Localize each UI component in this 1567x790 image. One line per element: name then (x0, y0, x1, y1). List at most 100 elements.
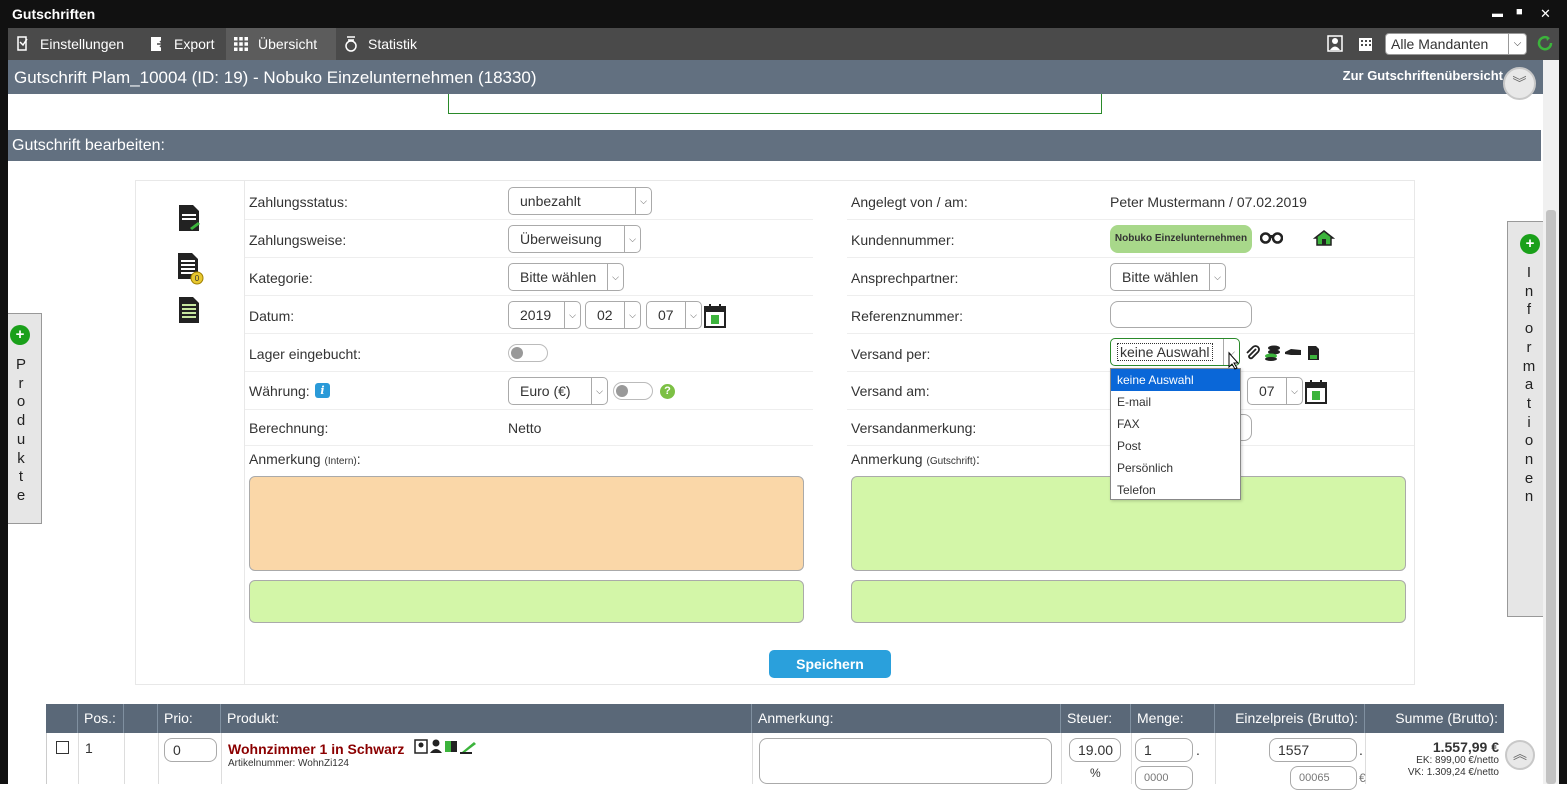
dropdown-option[interactable]: Persönlich (1111, 457, 1240, 479)
col-drag (124, 704, 158, 733)
angelegt-value: Peter Mustermann / 07.02.2019 (1110, 194, 1307, 210)
collapse-button[interactable]: ︾ (1503, 67, 1536, 100)
waehrung-toggle[interactable] (613, 382, 653, 400)
refresh-icon[interactable] (1537, 35, 1554, 52)
row-zahlungsweise: Zahlungsweise: Überweisung ⌵ (245, 220, 813, 258)
coins-icon[interactable] (1265, 345, 1281, 361)
row-waehrung: Währung: i Euro (€) ⌵ ? (245, 372, 813, 410)
zahlungsstatus-select[interactable]: unbezahlt ⌵ (508, 187, 652, 215)
datum-day-select[interactable]: 07 ⌵ (646, 301, 702, 329)
vk-value: VK: 1.309,24 €/netto (1407, 767, 1499, 778)
maximize-button[interactable]: ■ (1516, 6, 1523, 18)
row-kundennummer: Kundennummer: Nobuko Einzelunternehmen (847, 220, 1414, 258)
datum-day-value: 07 (658, 307, 674, 323)
steuer-input[interactable]: 19.00 (1069, 738, 1121, 762)
menu-einstellungen[interactable]: Einstellungen (8, 28, 138, 60)
menu-uebersicht[interactable]: Übersicht (226, 28, 336, 60)
prio-input[interactable]: 0 (164, 738, 217, 762)
dropdown-option[interactable]: Telefon (1111, 479, 1240, 501)
informationen-tab-label: Informationen (1522, 264, 1536, 506)
kunde-badge[interactable]: Nobuko Einzelunternehmen (1110, 225, 1252, 253)
lager-toggle[interactable] (508, 344, 548, 362)
anmerkung-label-sub: (Gutschrift) (926, 456, 976, 467)
calendar-icon[interactable] (1305, 380, 1327, 404)
minimize-button[interactable]: ▬ (1492, 8, 1503, 20)
calendar-icon[interactable] (704, 304, 726, 328)
document-icon[interactable] (1307, 345, 1320, 361)
settings-icon (17, 36, 28, 51)
kategorie-select[interactable]: Bitte wählen ⌵ (508, 263, 624, 291)
berechnung-value: Netto (508, 420, 542, 436)
col-pos: Pos.: (78, 704, 124, 733)
building-icon[interactable] (1357, 35, 1374, 52)
document-list-icon[interactable] (178, 296, 200, 324)
datum-year-select[interactable]: 2019 ⌵ (508, 301, 581, 329)
referenz-label: Referenznummer: (851, 308, 964, 324)
produkte-side-tab[interactable]: + Produkte (8, 313, 42, 524)
informationen-side-tab[interactable]: + Informationen (1507, 221, 1543, 617)
row-prio: 0 (159, 733, 222, 784)
attachment-icon[interactable] (1244, 345, 1260, 361)
versandanmerkung-label: Versandanmerkung: (851, 420, 977, 436)
row-anmerkung-textarea[interactable] (759, 738, 1052, 784)
row-einzelpreis: 1557 . 00065 € (1216, 733, 1366, 790)
menu-statistik[interactable]: Statistik (336, 28, 432, 60)
row-zahlungsstatus: Zahlungsstatus: unbezahlt ⌵ (245, 182, 813, 220)
close-button[interactable]: ✕ (1540, 6, 1551, 22)
chevron-down-icon: ⌵ (591, 378, 607, 404)
chevron-down-icon: ⌵ (1508, 34, 1526, 54)
edit-document-icon[interactable] (178, 204, 200, 232)
menu-label: Einstellungen (40, 36, 125, 52)
menge-input[interactable]: 1 (1135, 738, 1193, 762)
dropdown-option[interactable]: Post (1111, 435, 1240, 457)
dropdown-option[interactable]: FAX (1111, 413, 1240, 435)
row-drag (125, 733, 159, 784)
col-select (46, 704, 78, 733)
anmerkung-intern-textarea[interactable] (249, 476, 804, 571)
waehrung-select[interactable]: Euro (€) ⌵ (508, 377, 608, 405)
scrollbar-thumb[interactable] (1546, 210, 1556, 784)
col-anmerkung: Anmerkung: (752, 704, 1061, 733)
ansprechpartner-select[interactable]: Bitte wählen ⌵ (1110, 263, 1226, 291)
user-icon[interactable] (1327, 35, 1343, 52)
zahlungsstatus-value: unbezahlt (520, 193, 581, 209)
product-actions-icons[interactable] (414, 739, 478, 754)
zahlungsweise-value: Überweisung (520, 231, 602, 247)
help-icon[interactable]: ? (660, 384, 675, 399)
save-button[interactable]: Speichern (769, 650, 891, 678)
vertical-scrollbar[interactable] (1543, 60, 1559, 784)
ansprechpartner-label: Ansprechpartner: (851, 270, 959, 286)
einzelpreis-sub-input[interactable]: 00065 (1290, 766, 1357, 790)
versand-am-day-select[interactable]: 07 ⌵ (1247, 377, 1303, 405)
scroll-to-top-button[interactable]: ︽ (1505, 740, 1535, 770)
chevron-down-icon: ⌵ (1209, 264, 1225, 290)
versand-select[interactable]: keine Auswahl ⌵ (1110, 338, 1240, 366)
zahlungsweise-select[interactable]: Überweisung ⌵ (508, 225, 641, 253)
referenz-input[interactable] (1110, 301, 1252, 328)
berechnung-label: Berechnung: (249, 420, 329, 436)
section-title: Gutschrift bearbeiten: (12, 137, 165, 154)
statistics-icon (345, 36, 357, 52)
anmerkung-gutschrift-label: Anmerkung (Gutschrift): (851, 451, 980, 467)
menu-export[interactable]: Export (142, 28, 226, 60)
product-name[interactable]: Wohnzimmer 1 in Schwarz (228, 741, 404, 757)
datum-month-select[interactable]: 02 ⌵ (585, 301, 641, 329)
ek-value: EK: 899,00 €/netto (1416, 755, 1499, 766)
house-icon[interactable] (1313, 230, 1335, 246)
summe-value: 1.557,99 € (1432, 739, 1499, 755)
anmerkung-gutschrift-second-textarea[interactable] (851, 580, 1406, 623)
overview-link[interactable]: Zur Gutschriftenübersicht (1343, 68, 1503, 83)
row-checkbox[interactable] (56, 741, 69, 754)
table-row: 1 0 Wohnzimmer 1 in Schwarz Artikelnumme… (46, 733, 1504, 790)
hand-icon[interactable] (1285, 347, 1301, 357)
binoculars-icon[interactable] (1260, 231, 1283, 244)
dropdown-option[interactable]: E-mail (1111, 391, 1240, 413)
documents-count-icon[interactable]: 0 (177, 252, 205, 286)
dropdown-option[interactable]: keine Auswahl (1111, 369, 1240, 391)
anmerkung-intern-second-textarea[interactable] (249, 580, 804, 623)
info-icon[interactable]: i (315, 383, 330, 398)
mandant-select[interactable]: Alle Mandanten ⌵ (1385, 33, 1527, 55)
menge-sub-input[interactable]: 0000 (1135, 766, 1193, 790)
page-header: Gutschrift Plam_10004 (ID: 19) - Nobuko … (8, 60, 1543, 94)
einzelpreis-input[interactable]: 1557 (1269, 738, 1357, 762)
